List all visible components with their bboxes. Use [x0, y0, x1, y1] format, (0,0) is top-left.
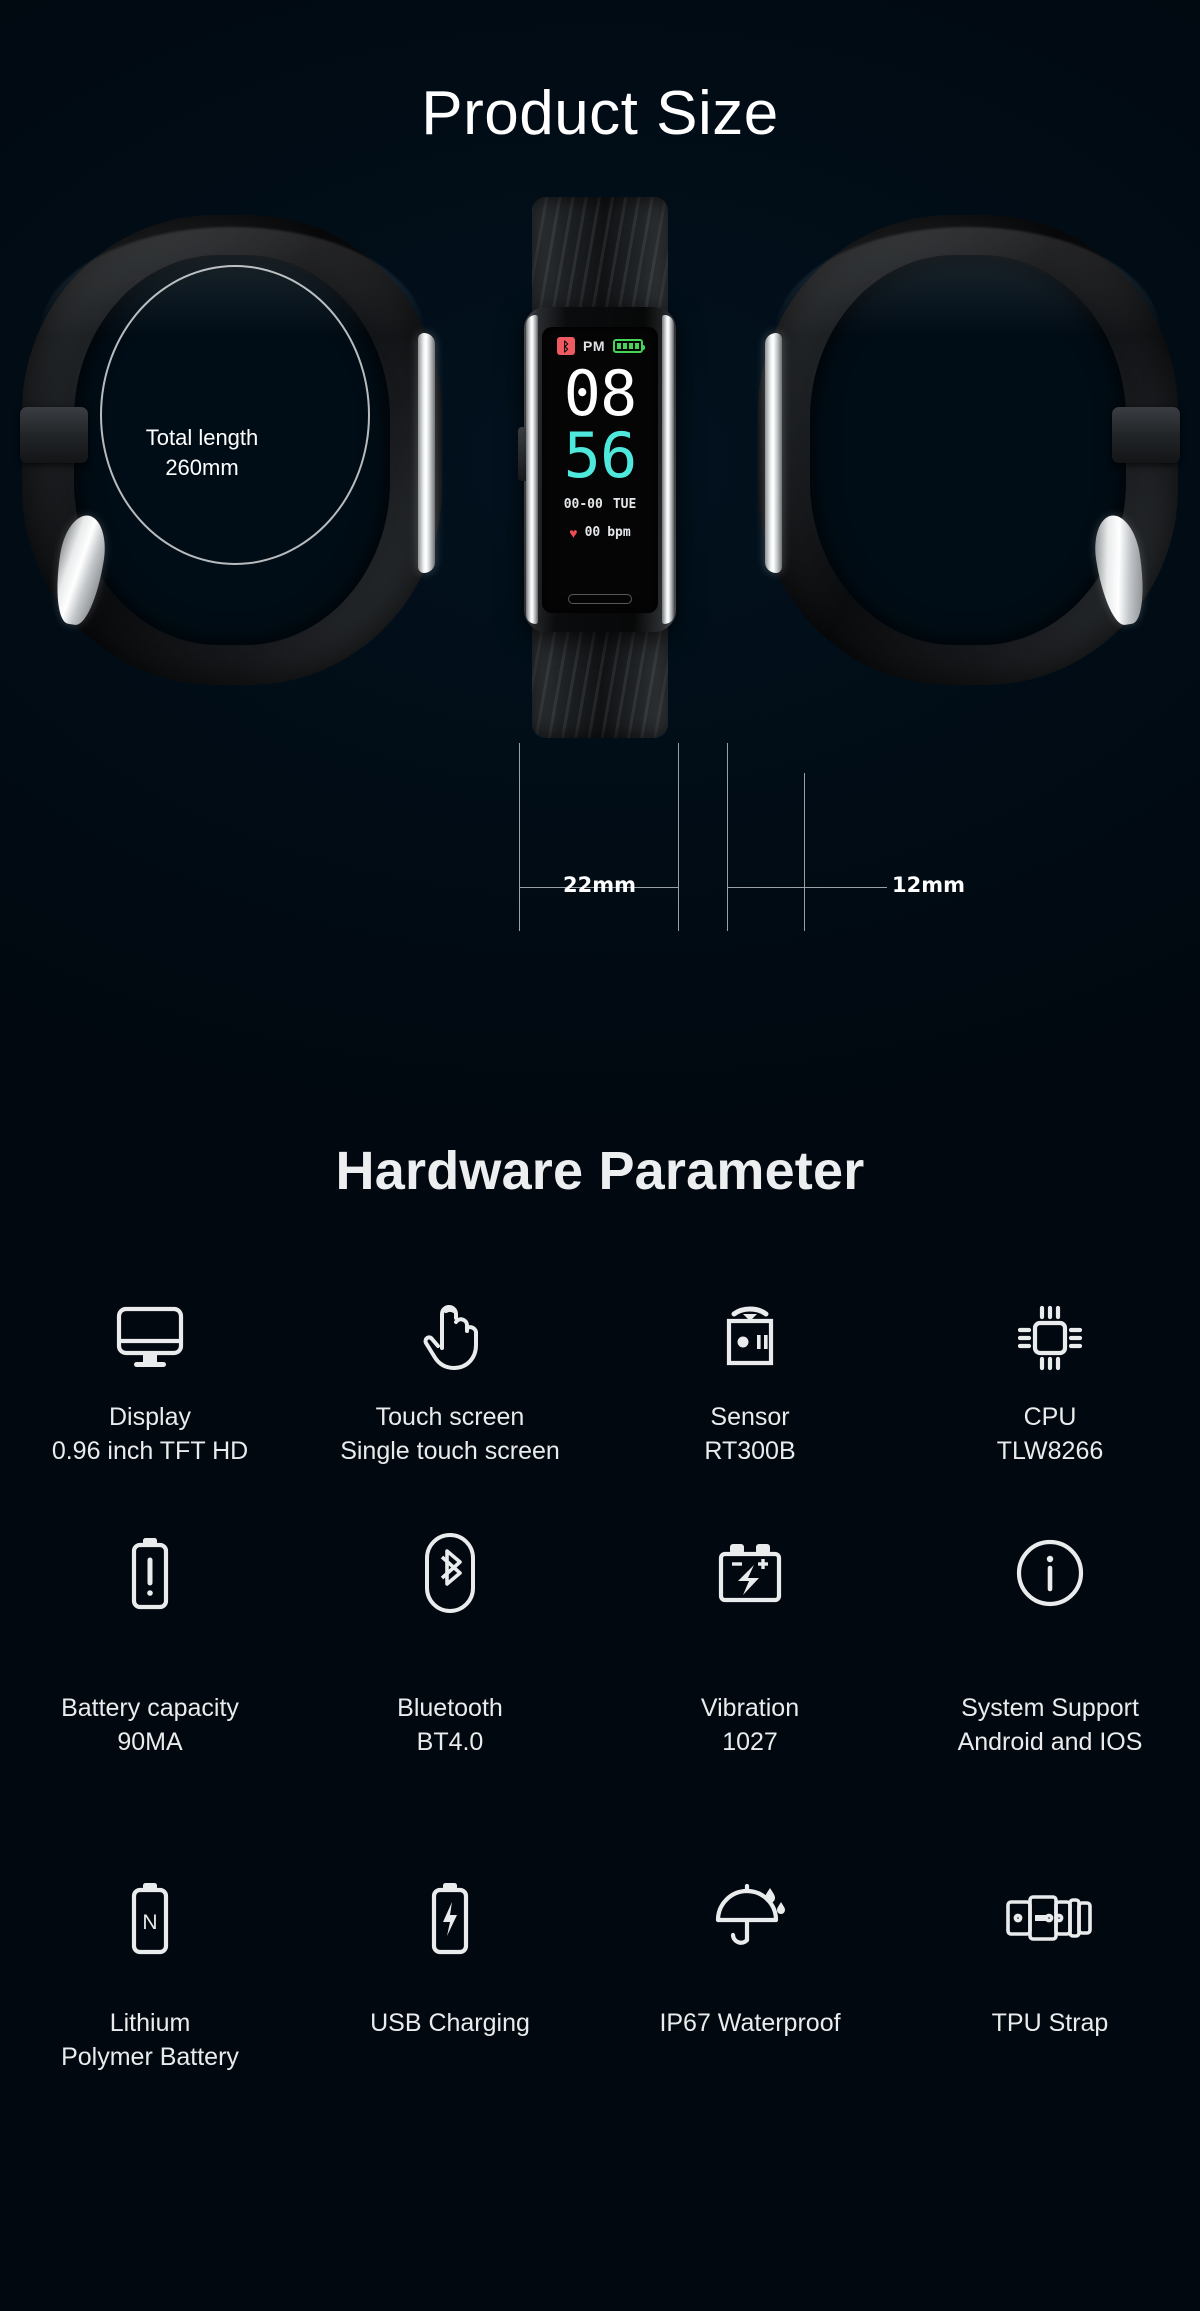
status-bar: ᛒ PM — [542, 337, 658, 355]
hardware-value: RT300B — [704, 1437, 796, 1465]
strap-buckle-icon — [1004, 1870, 1096, 1966]
weekday-value: TUE — [612, 497, 637, 512]
extension-line-thickness-left — [727, 743, 728, 931]
hardware-item-display: Display 0.96 inch TFT HD — [0, 1290, 300, 1525]
hardware-value: 1027 — [722, 1728, 778, 1756]
display-icon — [114, 1290, 186, 1386]
heart-rate-value: 00 — [584, 525, 601, 540]
dimension-callouts: 22mm 12mm — [0, 735, 1200, 965]
info-circle-icon — [1013, 1525, 1087, 1621]
hardware-label: Battery capacity — [61, 1694, 239, 1722]
hardware-item-waterproof: IP67 Waterproof — [600, 1870, 900, 2170]
hardware-label: Lithium — [109, 2009, 191, 2037]
hardware-row: Display 0.96 inch TFT HD Touch screen Si… — [0, 1290, 1200, 1525]
extension-line-left — [519, 743, 520, 931]
hardware-item-tpu-strap: TPU Strap — [900, 1870, 1200, 2170]
watch-band-left: Total length 260mm — [20, 215, 442, 685]
hardware-label: System Support — [961, 1694, 1139, 1722]
hardware-item-cpu: CPU TLW8266 — [900, 1290, 1200, 1525]
hardware-label: IP67 Waterproof — [659, 2009, 841, 2037]
vibration-icon — [711, 1525, 789, 1621]
clock-hours-row: 08 — [542, 357, 658, 430]
hardware-label: Touch screen — [375, 1403, 525, 1431]
tracker-body: ᛒ PM 08 56 00-00 TUE ♥ 00 bpm — [518, 307, 676, 632]
hardware-parameter-grid: Display 0.96 inch TFT HD Touch screen Si… — [0, 1290, 1200, 2170]
hardware-label: TPU Strap — [991, 2009, 1109, 2037]
total-length-line1: Total length — [145, 425, 259, 450]
hardware-item-touch-screen: Touch screen Single touch screen — [300, 1290, 600, 1525]
clock-hours: 08 — [563, 357, 638, 430]
extension-line-right — [678, 743, 679, 931]
hardware-value: TLW8266 — [996, 1437, 1104, 1465]
clock-minutes: 56 — [563, 419, 638, 492]
hardware-label: Sensor — [710, 1403, 790, 1431]
hardware-item-sensor: Sensor RT300B — [600, 1290, 900, 1525]
hardware-label: USB Charging — [370, 2009, 530, 2037]
total-length-line2: 260mm — [165, 455, 239, 480]
band-silver-rail — [418, 333, 435, 573]
watch-band-right — [758, 215, 1180, 685]
hardware-value: 90MA — [117, 1728, 183, 1756]
band-silver-rail — [765, 333, 782, 573]
svg-text:N: N — [142, 1911, 157, 1934]
body-rail-left — [526, 315, 538, 624]
hardware-row: Battery capacity 90MA Bluetooth BT4.0 Vi… — [0, 1525, 1200, 1870]
battery-icon — [613, 339, 645, 353]
bluetooth-icon: ᛒ — [557, 337, 575, 355]
battery-alert-icon — [125, 1525, 175, 1621]
fitness-tracker-front-view: ᛒ PM 08 56 00-00 TUE ♥ 00 bpm — [518, 195, 682, 740]
hardware-value: Android and IOS — [957, 1728, 1143, 1756]
side-button[interactable] — [518, 427, 526, 481]
dimension-label-22mm: 22mm — [563, 873, 636, 897]
total-length-caption: Total length 260mm — [72, 423, 332, 483]
hardware-row: N Lithium Polymer Battery USB Charging I… — [0, 1870, 1200, 2170]
page-title-hardware-parameter: Hardware Parameter — [335, 1141, 865, 1201]
total-length-arc — [100, 265, 370, 565]
date-value: 00-00 — [563, 497, 603, 512]
hardware-item-vibration: Vibration 1027 — [600, 1525, 900, 1870]
clock-minutes-row: 56 — [542, 419, 658, 492]
hardware-item-usb-charging: USB Charging — [300, 1870, 600, 2170]
hardware-label: CPU — [1023, 1403, 1077, 1431]
hardware-item-bluetooth: Bluetooth BT4.0 — [300, 1525, 600, 1870]
touch-bar[interactable] — [568, 594, 632, 604]
body-rail-right — [662, 315, 674, 624]
heart-icon: ♥ — [569, 524, 578, 541]
band-highlight — [776, 227, 1160, 377]
touch-hand-icon — [419, 1290, 481, 1386]
hardware-item-battery-capacity: Battery capacity 90MA — [0, 1525, 300, 1870]
product-infographic: Product Size Total length 260mm ᛒ PM 08 … — [0, 0, 1200, 2311]
hardware-value: Polymer Battery — [61, 2043, 239, 2071]
page-title-product-size: Product Size — [421, 79, 779, 148]
hardware-item-system-support: System Support Android and IOS — [900, 1525, 1200, 1870]
product-size-illustration: Total length 260mm ᛒ PM 08 56 00-00 TUE … — [0, 195, 1200, 745]
hardware-value: Single touch screen — [340, 1437, 560, 1465]
meridiem-label: PM — [583, 338, 605, 354]
hardware-item-lithium-battery: N Lithium Polymer Battery — [0, 1870, 300, 2170]
cpu-chip-icon — [1014, 1290, 1086, 1386]
bluetooth-icon — [420, 1525, 480, 1621]
heart-rate-row: ♥ 00 bpm — [542, 525, 658, 540]
watch-screen: ᛒ PM 08 56 00-00 TUE ♥ 00 bpm — [542, 327, 658, 613]
hardware-value: 0.96 inch TFT HD — [51, 1437, 249, 1465]
hardware-label: Bluetooth — [397, 1694, 503, 1722]
heart-rate-unit: bpm — [607, 525, 631, 540]
battery-bolt-icon — [425, 1870, 475, 1966]
battery-n-icon: N — [125, 1870, 175, 1966]
date-row: 00-00 TUE — [542, 497, 658, 512]
band-keeper-loop — [1112, 407, 1180, 463]
hardware-value: BT4.0 — [416, 1728, 484, 1756]
extension-line-thickness-right — [804, 773, 805, 931]
dimension-label-12mm: 12mm — [892, 873, 965, 897]
dimension-arrow-12mm — [727, 887, 887, 888]
sensor-icon — [712, 1290, 788, 1386]
umbrella-icon — [710, 1870, 790, 1966]
hardware-label: Vibration — [700, 1694, 800, 1722]
hardware-label: Display — [109, 1403, 191, 1431]
